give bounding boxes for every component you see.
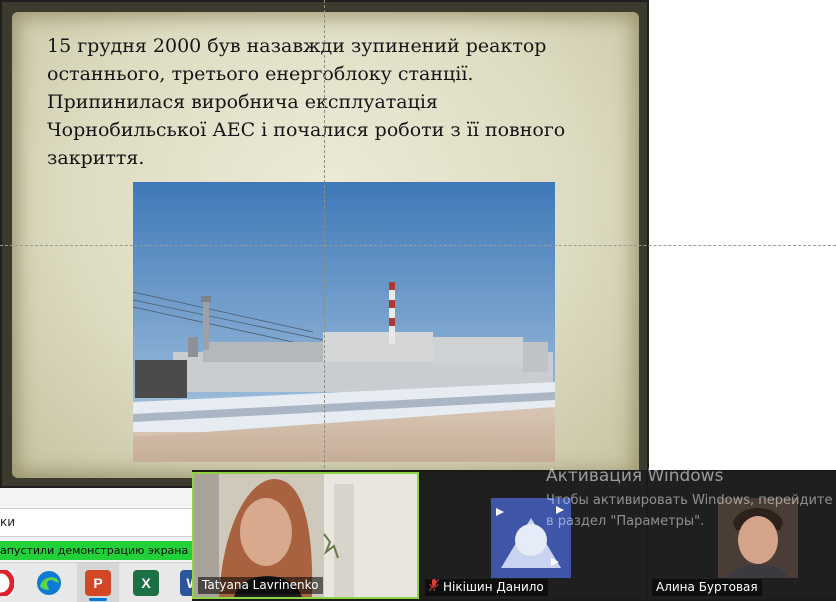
excel-icon[interactable]: X [133,570,159,596]
slide-photo [133,182,555,462]
windows-activation-message: Чтобы активировать Windows, перейдите в … [546,490,836,532]
windows-taskbar: P X W [0,562,206,602]
slide-text-line: Чорнобильської АЕС і почалися роботи з ї… [47,119,566,141]
participant-name: Tatyana Lavrinenko [202,578,319,592]
slide-guide-horizontal [0,245,836,246]
screen-share-notification: апустили демонстрацию экрана [0,541,192,560]
slide-body-text: 15 грудня 2000 був назавжди зупинений ре… [47,32,627,172]
participant-tile-tatyana[interactable]: Tatyana Lavrinenko [192,472,419,599]
participant-name-label: Нікішин Данило [425,578,548,596]
edge-icon[interactable] [36,570,62,596]
power-plant-photo [133,182,555,462]
background-window-text: ки [0,515,16,529]
slide-text-line: 15 грудня 2000 був назавжди зупинений ре… [47,35,547,57]
participant-name: Алина Буртовая [656,580,758,594]
participant-name-label: Алина Буртовая [652,579,762,596]
powerpoint-icon[interactable]: P [85,570,111,596]
slide-text-line: останнього, третього енергоблоку станції… [47,63,474,85]
slide-text-line: закриття. [47,147,145,169]
windows-activation-title: Активация Windows [546,466,724,486]
participant-name-label: Tatyana Lavrinenko [198,577,323,594]
opera-icon[interactable] [0,570,14,596]
slide-text-line: Припинилася виробнича експлуатація [47,91,438,113]
background-window-bar[interactable]: ки [0,508,192,537]
muted-mic-icon [428,578,440,596]
windows-activation-line: Чтобы активировать Windows, перейдите [546,493,833,508]
slide-guide-vertical [324,0,325,488]
empty-workspace [649,0,836,470]
windows-activation-line: в раздел "Параметры". [546,514,705,529]
participant-name: Нікішин Данило [443,580,544,594]
